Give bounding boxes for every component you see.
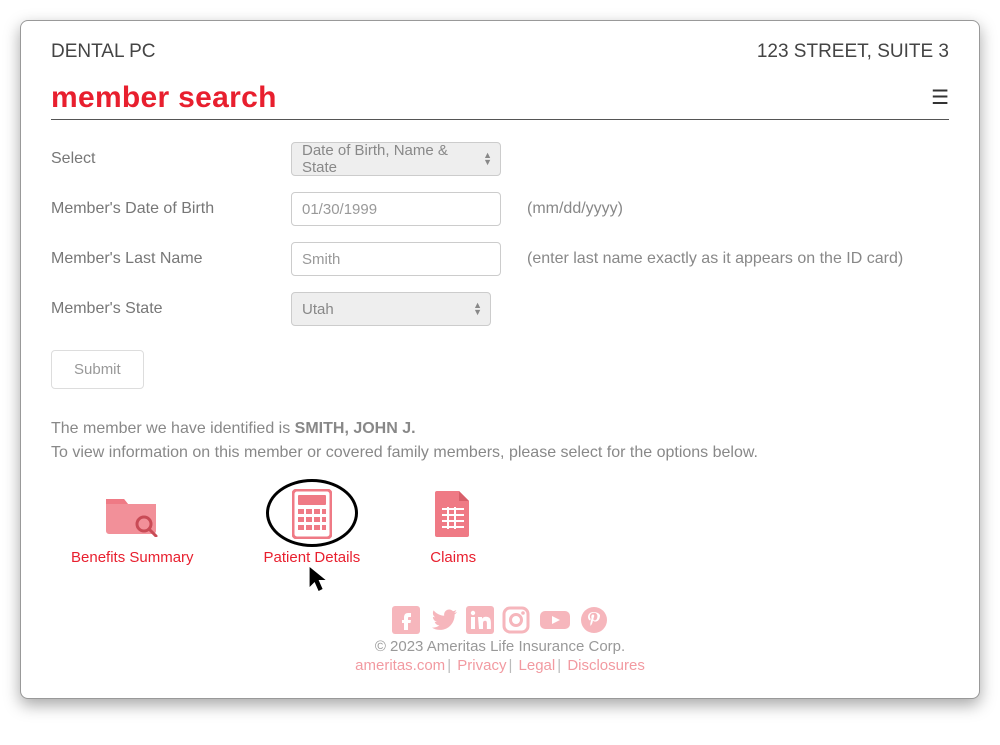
link-disclosures[interactable]: Disclosures — [567, 657, 645, 674]
select-state-value: Utah — [302, 301, 334, 318]
row-state: Member's State Utah ▲▼ — [51, 292, 949, 326]
provider-address: 123 STREET, SUITE 3 — [757, 41, 949, 63]
facebook-icon[interactable] — [392, 606, 420, 634]
document-icon — [433, 489, 473, 539]
input-dob[interactable] — [291, 192, 501, 226]
cursor-arrow-icon — [308, 565, 330, 593]
submit-button[interactable]: Submit — [51, 350, 144, 389]
row-dob: Member's Date of Birth (mm/dd/yyyy) — [51, 192, 949, 226]
hint-lastname: (enter last name exactly as it appears o… — [527, 250, 903, 268]
tile-patient-details[interactable]: Patient Details — [264, 485, 361, 566]
tile-claims[interactable]: Claims — [430, 485, 476, 566]
tile-claims-label: Claims — [430, 549, 476, 566]
tile-benefits-label: Benefits Summary — [71, 549, 194, 566]
label-state: Member's State — [51, 300, 291, 318]
row-lastname: Member's Last Name (enter last name exac… — [51, 242, 949, 276]
select-search-type-value: Date of Birth, Name & State — [302, 142, 472, 176]
select-search-type[interactable]: Date of Birth, Name & State ▲▼ — [291, 142, 501, 176]
select-state[interactable]: Utah ▲▼ — [291, 292, 491, 326]
label-lastname: Member's Last Name — [51, 250, 291, 268]
results-line2: To view information on this member or co… — [51, 444, 758, 461]
folder-search-icon — [104, 491, 160, 537]
title-row: member search ☰ — [51, 81, 949, 120]
twitter-icon[interactable] — [428, 606, 458, 634]
youtube-icon[interactable] — [538, 606, 572, 634]
action-tiles: Benefits Summary Patient Details — [51, 485, 949, 566]
page-title: member search — [51, 81, 277, 115]
chevron-updown-icon: ▲▼ — [473, 302, 482, 316]
link-privacy[interactable]: Privacy — [457, 657, 506, 674]
tile-patient-details-label: Patient Details — [264, 549, 361, 566]
row-select: Select Date of Birth, Name & State ▲▼ — [51, 142, 949, 176]
results-text: The member we have identified is SMITH, … — [51, 417, 949, 465]
tile-benefits-summary[interactable]: Benefits Summary — [71, 485, 194, 566]
instagram-icon[interactable] — [502, 606, 530, 634]
social-row — [51, 606, 949, 634]
provider-name: DENTAL PC — [51, 41, 156, 63]
calculator-icon — [292, 489, 332, 539]
link-site[interactable]: ameritas.com — [355, 657, 445, 674]
link-legal[interactable]: Legal — [519, 657, 556, 674]
chevron-updown-icon: ▲▼ — [483, 152, 492, 166]
copyright-text: © 2023 Ameritas Life Insurance Corp. — [51, 638, 949, 655]
results-member-name: SMITH, JOHN J. — [295, 420, 416, 437]
footer-links: ameritas.com| Privacy| Legal| Disclosure… — [51, 657, 949, 674]
linkedin-icon[interactable] — [466, 606, 494, 634]
input-lastname[interactable] — [291, 242, 501, 276]
hint-dob: (mm/dd/yyyy) — [527, 200, 623, 218]
pinterest-icon[interactable] — [580, 606, 608, 634]
footer: © 2023 Ameritas Life Insurance Corp. ame… — [51, 606, 949, 674]
label-dob: Member's Date of Birth — [51, 200, 291, 218]
app-window: DENTAL PC 123 STREET, SUITE 3 member sea… — [20, 20, 980, 699]
topbar: DENTAL PC 123 STREET, SUITE 3 — [51, 41, 949, 63]
label-select: Select — [51, 150, 291, 168]
menu-icon[interactable]: ☰ — [931, 88, 949, 108]
results-prefix: The member we have identified is — [51, 420, 295, 437]
